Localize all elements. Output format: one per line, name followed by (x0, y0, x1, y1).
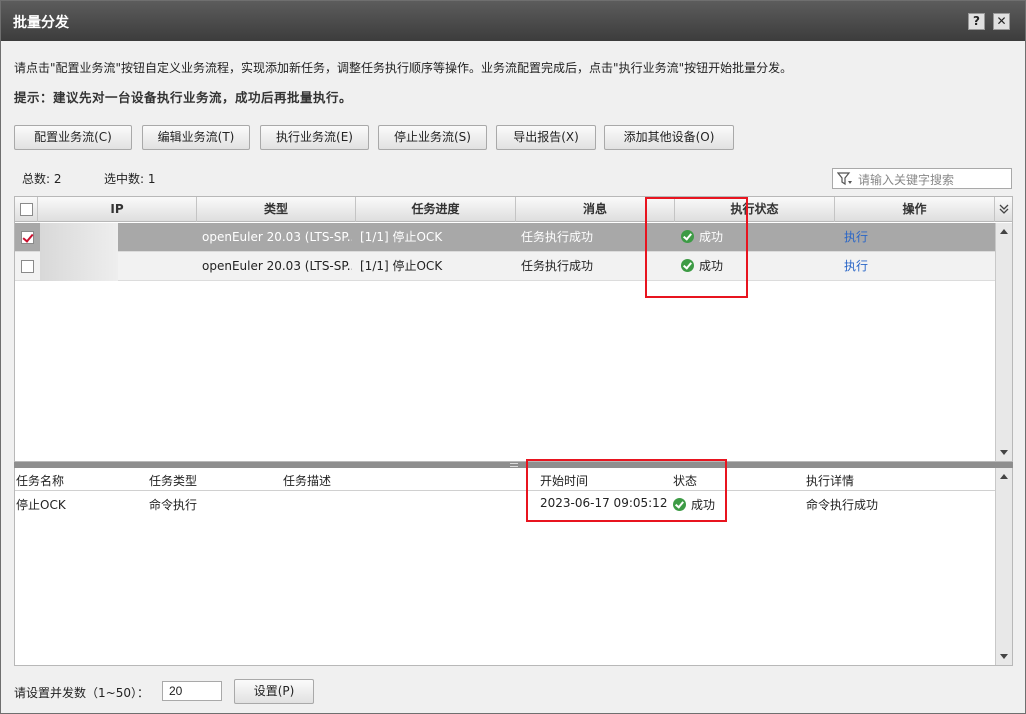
ip-cell-redacted (40, 252, 118, 281)
title-bar: 批量分发 ? ✕ (1, 1, 1025, 41)
dialog-title: 批量分发 (13, 15, 69, 31)
stop-workflow-button[interactable]: 停止业务流(S) (378, 125, 487, 150)
type-cell: openEuler 20.03 (LTS-SP... (202, 230, 352, 244)
header-status[interactable]: 执行状态 (675, 197, 835, 222)
tip-text: 提示：建议先对一台设备执行业务流，成功后再批量执行。 (14, 90, 353, 105)
success-icon (681, 259, 694, 272)
task-name-cell: 停止OCK (16, 498, 66, 512)
header-task-name[interactable]: 任务名称 (16, 472, 64, 489)
task-start-cell: 2023-06-17 09:05:12 (540, 496, 668, 510)
message-cell: 任务执行成功 (521, 230, 594, 244)
device-table-header: IP 类型 任务进度 消息 执行状态 操作 (15, 197, 1012, 222)
success-icon (681, 230, 694, 243)
header-message[interactable]: 消息 (516, 197, 675, 222)
scroll-down-icon[interactable] (1000, 450, 1008, 455)
batch-distribute-dialog: 批量分发 ? ✕ 请点击"配置业务流"按钮自定义业务流程，实现添加新任务，调整任… (0, 0, 1026, 714)
help-button[interactable]: ? (968, 13, 985, 30)
execute-link[interactable]: 执行 (844, 252, 904, 281)
select-all-checkbox[interactable] (20, 203, 33, 216)
header-ip[interactable]: IP (38, 197, 197, 222)
type-cell: openEuler 20.03 (LTS-SP... (202, 259, 352, 273)
task-table-header: 任务名称 任务类型 任务描述 开始时间 状态 执行详情 (15, 468, 995, 491)
progress-cell: [1/1] 停止OCK (360, 259, 443, 273)
search-placeholder: 请输入关键字搜索 (858, 173, 955, 187)
execute-link[interactable]: 执行 (844, 223, 904, 252)
header-task-type[interactable]: 任务类型 (149, 472, 197, 489)
edit-workflow-button[interactable]: 编辑业务流(T) (142, 125, 250, 150)
success-icon (673, 498, 686, 511)
configure-workflow-button[interactable]: 配置业务流(C) (14, 125, 132, 150)
row-checkbox[interactable] (21, 231, 34, 244)
task-table: 任务名称 任务类型 任务描述 开始时间 状态 执行详情 停止OCK 命令执行 2… (14, 468, 1013, 666)
close-button[interactable]: ✕ (993, 13, 1010, 30)
add-device-button[interactable]: 添加其他设备(O) (604, 125, 734, 150)
header-exec-detail[interactable]: 执行详情 (806, 472, 854, 489)
set-concurrency-button[interactable]: 设置(P) (234, 679, 314, 704)
intro-text: 请点击"配置业务流"按钮自定义业务流程，实现添加新任务，调整任务执行顺序等操作。… (14, 61, 793, 75)
message-cell: 任务执行成功 (521, 259, 594, 273)
device-table-scrollbar[interactable] (995, 223, 1012, 461)
concurrency-input[interactable] (162, 681, 222, 701)
total-count: 总数: 2 (22, 172, 62, 186)
scroll-up-icon[interactable] (1000, 474, 1008, 479)
row-checkbox[interactable] (21, 260, 34, 273)
status-cell: 成功 (681, 252, 831, 281)
execute-workflow-button[interactable]: 执行业务流(E) (260, 125, 369, 150)
ip-cell-redacted (40, 223, 118, 252)
task-type-cell: 命令执行 (149, 498, 198, 512)
header-task-status[interactable]: 状态 (673, 472, 697, 489)
header-type[interactable]: 类型 (197, 197, 356, 222)
search-box[interactable]: 请输入关键字搜索 (832, 168, 1012, 189)
task-status-cell: 成功 (673, 496, 715, 513)
table-row[interactable]: openEuler 20.03 (LTS-SP... [1/1] 停止OCK 任… (15, 252, 995, 281)
scroll-down-icon[interactable] (1000, 654, 1008, 659)
task-table-scrollbar[interactable] (995, 468, 1012, 665)
export-report-button[interactable]: 导出报告(X) (496, 125, 596, 150)
selected-count: 选中数: 1 (104, 172, 156, 186)
column-menu-icon[interactable] (995, 197, 1012, 222)
header-progress[interactable]: 任务进度 (356, 197, 516, 222)
scroll-up-icon[interactable] (1000, 229, 1008, 234)
status-cell: 成功 (681, 223, 831, 252)
device-table: IP 类型 任务进度 消息 执行状态 操作 openEuler 20.03 (L… (14, 196, 1013, 462)
header-task-desc[interactable]: 任务描述 (283, 472, 331, 489)
header-start-time[interactable]: 开始时间 (540, 472, 588, 489)
splitter-grip-icon (510, 463, 518, 467)
task-detail-cell: 命令执行成功 (806, 498, 879, 512)
concurrency-label: 请设置并发数（1~50）： (14, 686, 149, 700)
progress-cell: [1/1] 停止OCK (360, 230, 443, 244)
table-row[interactable]: openEuler 20.03 (LTS-SP... [1/1] 停止OCK 任… (15, 223, 995, 252)
header-action[interactable]: 操作 (835, 197, 995, 222)
filter-icon (837, 172, 852, 186)
